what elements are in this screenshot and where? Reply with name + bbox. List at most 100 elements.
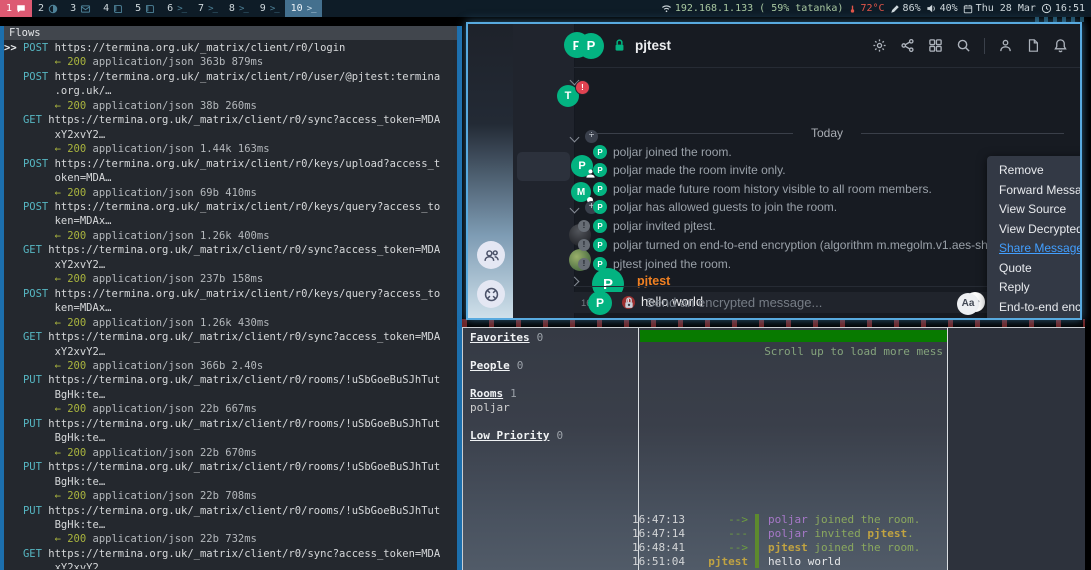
chat-timestamp: 16:48:41 bbox=[632, 541, 685, 555]
flow-entry[interactable]: POST https://termina.org.uk/_matrix/clie… bbox=[4, 157, 457, 171]
flow-entry[interactable]: GET https://termina.org.uk/_matrix/clien… bbox=[4, 113, 457, 127]
flow-entry[interactable]: PUT https://termina.org.uk/_matrix/clien… bbox=[4, 504, 457, 518]
day-separator: Today bbox=[574, 126, 1080, 140]
flow-entry[interactable]: GET https://termina.org.uk/_matrix/clien… bbox=[4, 330, 457, 344]
flow-entry[interactable]: >> POST https://termina.org.uk/_matrix/c… bbox=[4, 41, 457, 55]
chat-timestamp: 16:47:14 bbox=[632, 527, 685, 541]
flow-response: ← 200 application/json 237b 158ms bbox=[4, 272, 457, 286]
workspace-list: 123456>_7>_8>_9>_10>_ bbox=[0, 0, 322, 17]
load-more-hint: Scroll up to load more mess bbox=[640, 345, 943, 358]
flow-entry[interactable]: PUT https://termina.org.uk/_matrix/clien… bbox=[4, 417, 457, 431]
flow-response: ← 200 application/json 38b 260ms bbox=[4, 99, 457, 113]
gear-icon[interactable] bbox=[872, 38, 887, 53]
flow-url-continuation: ken=MDAx… bbox=[4, 214, 457, 228]
book-icon bbox=[145, 4, 155, 14]
selected-room-highlight bbox=[517, 152, 570, 181]
event-text: poljar has allowed guests to join the ro… bbox=[613, 200, 837, 214]
chat-message: poljar invited pjtest. bbox=[768, 527, 914, 541]
room-header-avatar[interactable]: P bbox=[578, 33, 604, 59]
chat-timestamp: 16:51:04 bbox=[632, 555, 685, 569]
day-separator-label: Today bbox=[811, 126, 843, 140]
menu-item-end-to-end-encry[interactable]: End-to-end encry bbox=[987, 298, 1082, 318]
event-text: poljar invited pjtest. bbox=[613, 219, 716, 233]
flow-entry[interactable]: POST https://termina.org.uk/_matrix/clie… bbox=[4, 70, 457, 84]
room-header: P pjtest bbox=[574, 24, 1080, 68]
flow-url-continuation: oken=MDA… bbox=[4, 171, 457, 185]
flow-entry[interactable]: GET https://termina.org.uk/_matrix/clien… bbox=[4, 243, 457, 257]
file-icon[interactable] bbox=[1026, 38, 1040, 53]
search-icon[interactable] bbox=[956, 38, 971, 53]
flow-response: ← 200 application/json 366b 2.40s bbox=[4, 359, 457, 373]
explore-button[interactable] bbox=[477, 280, 505, 308]
format-button[interactable]: Aa bbox=[957, 293, 979, 315]
flow-response: ← 200 application/json 1.26k 400ms bbox=[4, 229, 457, 243]
header-divider bbox=[984, 38, 985, 54]
workspace-4[interactable]: 4 bbox=[97, 0, 129, 17]
ip-label: 192.168.1.133 ( 59% tatanka) bbox=[675, 3, 844, 14]
message-context-menu: RemoveForward MessageView SourceView Dec… bbox=[987, 156, 1082, 320]
workspace-5[interactable]: 5 bbox=[129, 0, 161, 17]
flow-response: ← 200 application/json 363b 879ms bbox=[4, 55, 457, 69]
workspace-1[interactable]: 1 bbox=[0, 0, 32, 17]
roomlist-room-poljar[interactable]: poljar bbox=[470, 401, 510, 414]
flows-list[interactable]: >> POST https://termina.org.uk/_matrix/c… bbox=[4, 40, 457, 569]
chat-message: poljar joined the room. bbox=[768, 513, 920, 527]
time-label: 16:51 bbox=[1055, 3, 1085, 14]
compass-icon bbox=[483, 286, 500, 303]
menu-item-forward-message[interactable]: Forward Message bbox=[987, 181, 1082, 201]
menu-item-view-source[interactable]: View Source bbox=[987, 200, 1082, 220]
chat-gutter: --> bbox=[685, 513, 748, 527]
flow-entry[interactable]: POST https://termina.org.uk/_matrix/clie… bbox=[4, 200, 457, 214]
menu-item-reply[interactable]: Reply bbox=[987, 278, 1082, 298]
book-icon bbox=[113, 4, 123, 14]
terminal-icon: >_ bbox=[177, 4, 186, 14]
event-avatar: P bbox=[593, 182, 607, 196]
event-avatar: P bbox=[593, 200, 607, 214]
flow-entry[interactable]: POST https://termina.org.uk/_matrix/clie… bbox=[4, 287, 457, 301]
volume-status: 40% bbox=[926, 3, 958, 14]
browser-icon bbox=[48, 4, 58, 14]
composer-placeholder: Send an encrypted message... bbox=[646, 295, 822, 310]
menu-item-view-decrypted-s[interactable]: View Decrypted S bbox=[987, 220, 1082, 240]
element-window: P T ! + P M + P pjtest bbox=[466, 22, 1082, 320]
chat-gutter: --- bbox=[685, 527, 748, 541]
membership-connector-bar bbox=[755, 514, 759, 568]
flow-entry[interactable]: PUT https://termina.org.uk/_matrix/clien… bbox=[4, 373, 457, 387]
terminal-icon: >_ bbox=[270, 4, 279, 14]
workspace-8[interactable]: 8>_ bbox=[223, 0, 254, 17]
event-avatar: P bbox=[593, 145, 607, 159]
notifications-bell-icon[interactable] bbox=[1053, 38, 1068, 53]
workspace-2[interactable]: 2 bbox=[32, 0, 64, 17]
workspace-6[interactable]: 6>_ bbox=[161, 0, 192, 17]
flows-window: Flows >> POST https://termina.org.uk/_ma… bbox=[0, 26, 462, 570]
apps-grid-icon[interactable] bbox=[928, 38, 943, 53]
date-status: Thu 28 Mar bbox=[963, 3, 1036, 14]
menu-item-remove[interactable]: Remove bbox=[987, 161, 1082, 181]
flow-entry[interactable]: PUT https://termina.org.uk/_matrix/clien… bbox=[4, 460, 457, 474]
event-text: poljar made the room invite only. bbox=[613, 163, 786, 177]
flow-entry[interactable]: GET https://termina.org.uk/_matrix/clien… bbox=[4, 547, 457, 561]
workspace-7[interactable]: 7>_ bbox=[192, 0, 223, 17]
flow-response: ← 200 application/json 1.26k 430ms bbox=[4, 316, 457, 330]
member-list-icon[interactable] bbox=[998, 38, 1013, 53]
browse-communities-button[interactable] bbox=[477, 241, 505, 269]
warning-icon: ! bbox=[578, 258, 590, 270]
thermometer-icon bbox=[848, 3, 857, 15]
event-avatar: P bbox=[593, 238, 607, 252]
flow-url-continuation: BgHk:te… bbox=[4, 388, 457, 402]
terminal-icon: >_ bbox=[239, 4, 248, 14]
menu-item-quote[interactable]: Quote bbox=[987, 259, 1082, 279]
chat-timestamp: 16:47:13 bbox=[632, 513, 685, 527]
composer-avatar: P bbox=[588, 291, 612, 315]
brush-icon bbox=[890, 4, 900, 14]
header-actions bbox=[872, 38, 1068, 54]
workspace-3[interactable]: 3 bbox=[64, 0, 97, 17]
event-text: pjtest joined the room. bbox=[613, 257, 731, 271]
menu-item-share-message[interactable]: Share Message bbox=[987, 239, 1082, 259]
workspace-10[interactable]: 10>_ bbox=[285, 0, 322, 17]
flow-response: ← 200 application/json 22b 732ms bbox=[4, 532, 457, 546]
share-icon[interactable] bbox=[900, 38, 915, 53]
workspace-9[interactable]: 9>_ bbox=[254, 0, 285, 17]
flow-response: ← 200 application/json 22b 708ms bbox=[4, 489, 457, 503]
encrypted-lock-icon bbox=[612, 38, 627, 53]
